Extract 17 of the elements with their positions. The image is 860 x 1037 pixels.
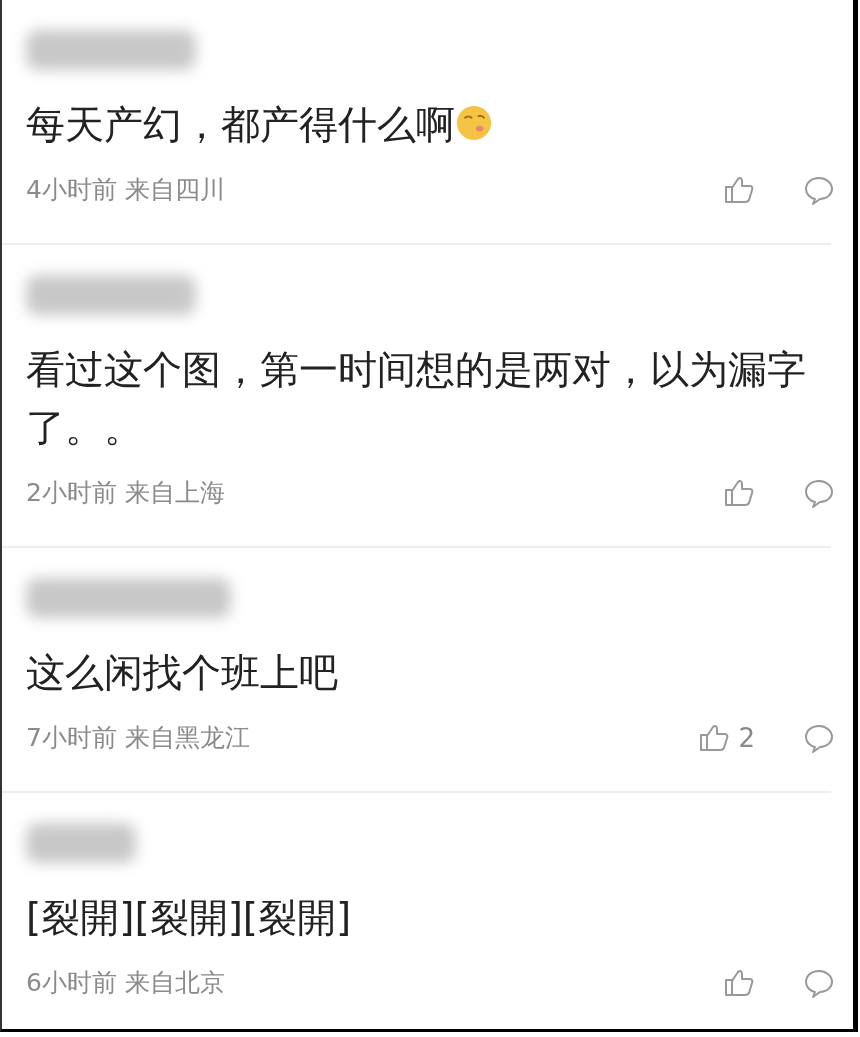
- comment-text: [裂開][裂開][裂開]: [26, 895, 352, 940]
- comment-icon[interactable]: [803, 477, 835, 509]
- like-icon[interactable]: [698, 722, 731, 754]
- comment-icon[interactable]: [803, 722, 835, 754]
- comment-icon[interactable]: [803, 174, 835, 206]
- comment-icon[interactable]: [803, 967, 835, 999]
- timestamp-location: 4小时前 来自四川: [26, 174, 225, 206]
- comment-text: 这么闲找个班上吧: [26, 650, 338, 695]
- like-icon[interactable]: [723, 174, 755, 206]
- timestamp-location: 6小时前 来自北京: [26, 967, 225, 999]
- timestamp-location: 2小时前 来自上海: [26, 477, 225, 509]
- like-count: 2: [738, 722, 755, 754]
- timestamp-location: 7小时前 来自黑龙江: [26, 722, 250, 754]
- comment-text: 每天产幻，都产得什么啊: [26, 102, 455, 147]
- like-icon[interactable]: [723, 477, 755, 509]
- like-icon[interactable]: [723, 967, 755, 999]
- comment-text: 看过这个图，第一时间想的是两对，以为漏字了。。: [26, 347, 806, 450]
